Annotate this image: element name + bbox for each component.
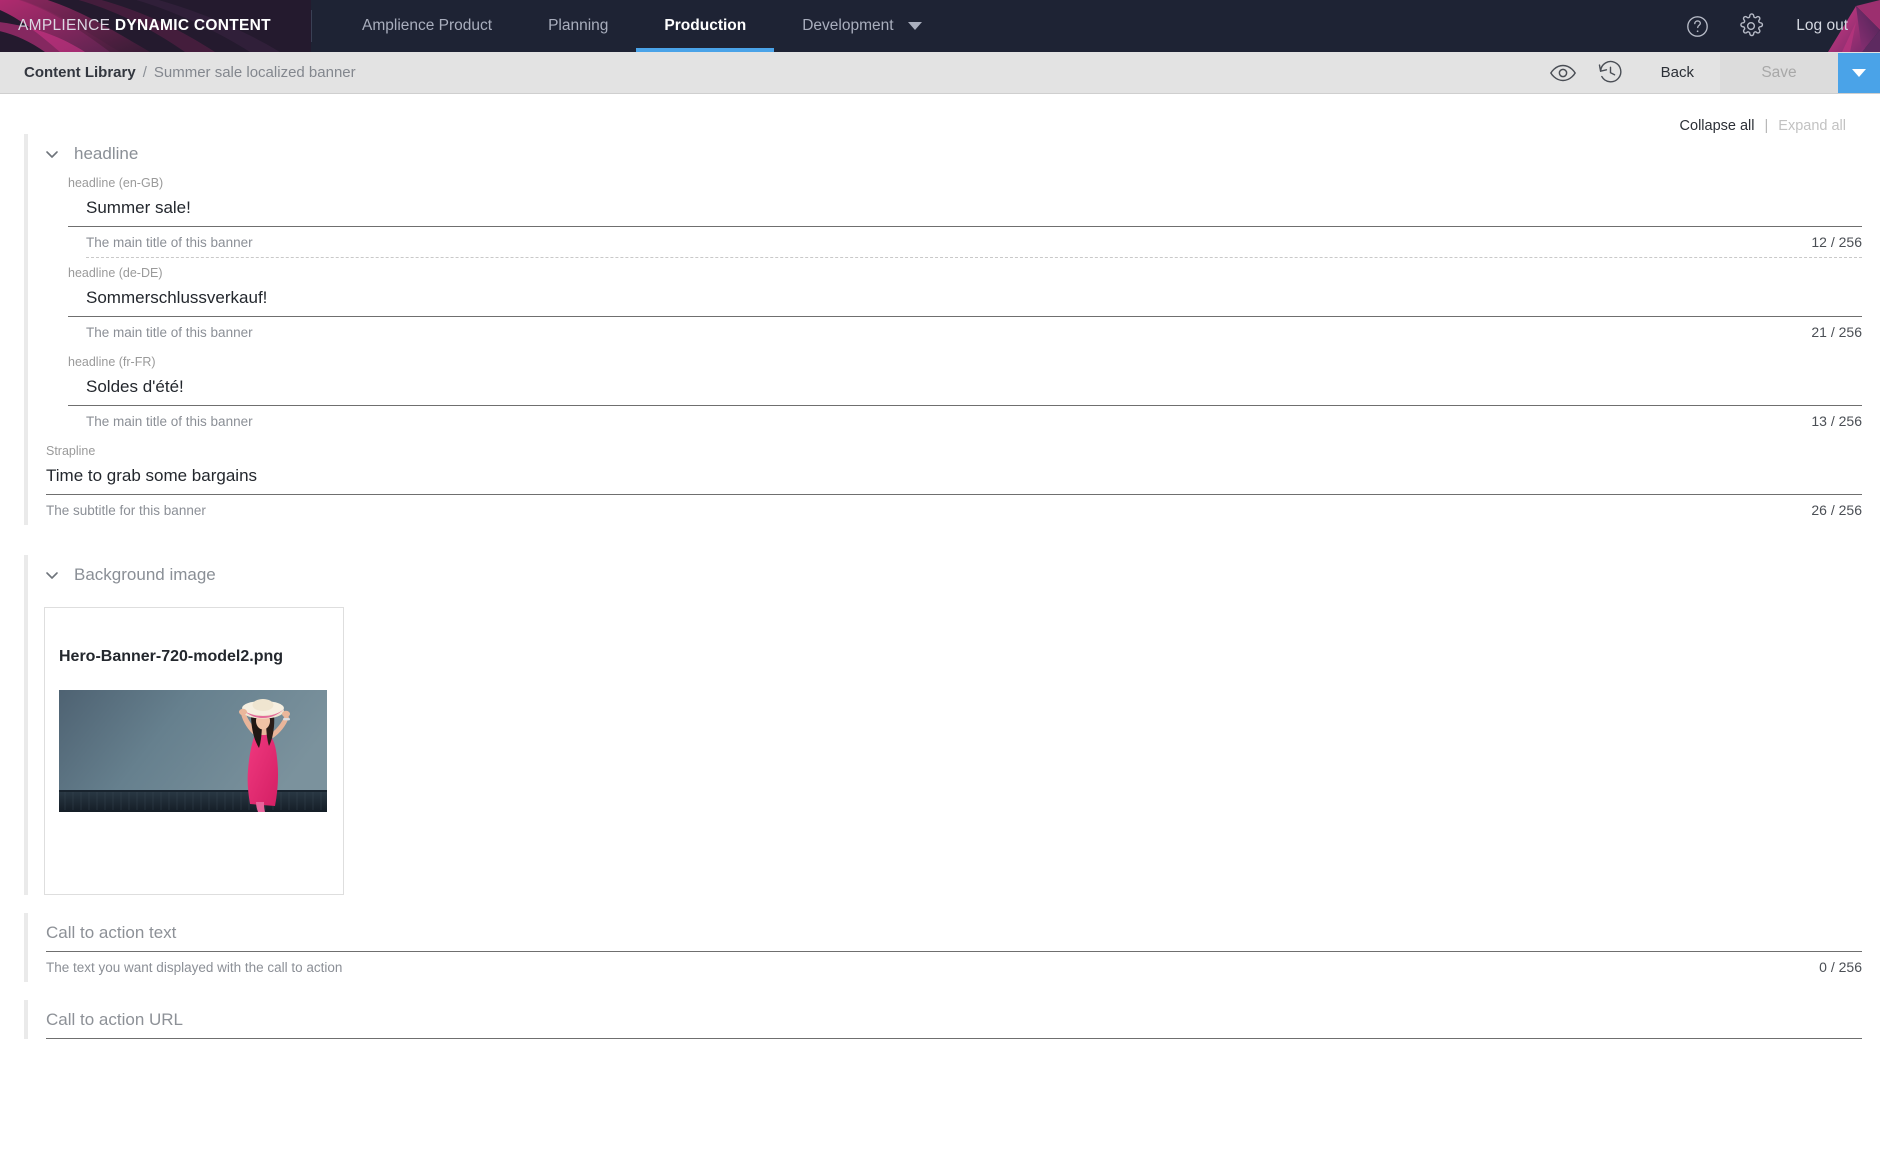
field-help-text: The text you want displayed with the cal… [46, 959, 343, 975]
section-title-headline: headline [74, 144, 139, 163]
field-group-cta-text: Call to action text The text you want di… [0, 913, 1880, 982]
section-title-background-image: Background image [74, 565, 216, 584]
content-form-panel: Collapse all | Expand all headline headl… [0, 94, 1880, 1174]
breadcrumb: Content Library / Summer sale localized … [24, 64, 356, 81]
section-header-background-image[interactable]: Background image [24, 555, 1880, 589]
field-help-text: The subtitle for this banner [46, 502, 206, 518]
field-group-background-image: Background image Hero-Banner-720-model2.… [0, 555, 1880, 895]
cta-url-input[interactable]: Call to action URL [46, 1008, 1862, 1039]
field-footer: The main title of this banner 21 / 256 [68, 317, 1862, 347]
field-footer: The main title of this banner 13 / 256 [68, 406, 1862, 436]
headline-locale-fields: headline (en-GB) Summer sale! The main t… [24, 168, 1880, 436]
breadcrumb-current-item: Summer sale localized banner [153, 64, 356, 81]
headline-en-gb-input[interactable]: Summer sale! [68, 196, 1862, 227]
chevron-down-icon [46, 151, 58, 158]
collapse-all-link[interactable]: Collapse all [1680, 118, 1755, 134]
save-button[interactable]: Save [1720, 52, 1838, 93]
nav-item-amplience-product[interactable]: Amplience Product [334, 0, 520, 52]
headline-fr-fr-input[interactable]: Soldes d'été! [68, 375, 1862, 406]
brand-logo-text: AMPLIENCE DYNAMIC CONTENT [0, 17, 271, 35]
field-label: Strapline [46, 444, 96, 458]
nav-item-development[interactable]: Development [774, 0, 921, 52]
nav-item-list: Amplience Product Planning Production De… [312, 0, 1670, 52]
form-fields-area: headline headline (en-GB) Summer sale! T… [0, 134, 1880, 1039]
help-circle-icon [1686, 15, 1708, 37]
toolbar-actions: Back Save [1539, 52, 1880, 93]
character-counter: 0 / 256 [1819, 959, 1862, 975]
help-button[interactable] [1670, 0, 1724, 52]
brand-name-bold: DYNAMIC CONTENT [114, 17, 271, 34]
field-headline-de-de: headline (de-DE) Sommerschlussverkauf! T… [68, 258, 1862, 347]
character-counter: 21 / 256 [1811, 324, 1862, 340]
strapline-input[interactable]: Time to grab some bargains [46, 464, 1862, 495]
brand-name-light: AMPLIENCE [18, 17, 111, 34]
chevron-down-icon [46, 572, 58, 579]
field-group-cta-url: Call to action URL [0, 1000, 1880, 1039]
gear-icon [1740, 13, 1764, 37]
cta-text-input[interactable]: Call to action text [46, 921, 1862, 952]
asset-thumbnail-image [59, 690, 327, 812]
save-dropdown-button[interactable] [1838, 52, 1880, 93]
character-counter: 12 / 256 [1811, 234, 1862, 250]
character-counter: 26 / 256 [1811, 502, 1862, 518]
tree-controls: Collapse all | Expand all [0, 94, 1880, 134]
asset-card[interactable]: Hero-Banner-720-model2.png [44, 607, 344, 895]
breadcrumb-root-link[interactable]: Content Library [24, 64, 136, 81]
tree-controls-separator: | [1764, 118, 1769, 134]
history-button[interactable] [1587, 52, 1635, 94]
eye-icon [1549, 64, 1576, 81]
field-cta-url: Call to action URL [46, 1000, 1862, 1039]
nav-item-planning[interactable]: Planning [520, 0, 636, 52]
back-button[interactable]: Back [1635, 64, 1720, 81]
field-label: headline (de-DE) [68, 266, 163, 280]
field-footer: The subtitle for this banner 26 / 256 [46, 495, 1862, 525]
field-cta-text: Call to action text The text you want di… [46, 913, 1862, 982]
field-label: headline (en-GB) [68, 176, 164, 190]
field-headline-en-gb: headline (en-GB) Summer sale! The main t… [68, 168, 1862, 257]
nav-right-actions: Log out [1670, 0, 1880, 52]
field-footer: The text you want displayed with the cal… [46, 952, 1862, 982]
field-label: headline (fr-FR) [68, 355, 156, 369]
settings-button[interactable] [1724, 0, 1778, 52]
nav-item-production[interactable]: Production [636, 0, 775, 52]
headline-de-de-input[interactable]: Sommerschlussverkauf! [68, 286, 1862, 317]
expand-all-link[interactable]: Expand all [1778, 118, 1846, 134]
field-group-headline: headline headline (en-GB) Summer sale! T… [0, 134, 1880, 525]
field-help-text: The main title of this banner [86, 234, 253, 250]
breadcrumb-separator: / [142, 64, 147, 81]
field-help-text: The main title of this banner [86, 324, 253, 340]
brand-logo[interactable]: AMPLIENCE DYNAMIC CONTENT [0, 0, 311, 52]
field-footer: The main title of this banner 12 / 256 [68, 227, 1862, 257]
history-clock-icon [1598, 60, 1622, 83]
logout-button[interactable]: Log out [1778, 17, 1874, 35]
chevron-down-icon [1852, 68, 1866, 77]
top-navigation-bar: AMPLIENCE DYNAMIC CONTENT Amplience Prod… [0, 0, 1880, 52]
asset-filename: Hero-Banner-720-model2.png [59, 648, 284, 665]
field-headline-fr-fr: headline (fr-FR) Soldes d'été! The main … [68, 347, 1862, 436]
section-header-headline[interactable]: headline [24, 134, 1880, 168]
character-counter: 13 / 256 [1811, 413, 1862, 429]
field-strapline: Strapline Time to grab some bargains The… [24, 436, 1880, 525]
asset-thumbnail [59, 690, 327, 812]
preview-button[interactable] [1539, 52, 1587, 94]
breadcrumb-bar: Content Library / Summer sale localized … [0, 52, 1880, 94]
field-help-text: The main title of this banner [86, 413, 253, 429]
